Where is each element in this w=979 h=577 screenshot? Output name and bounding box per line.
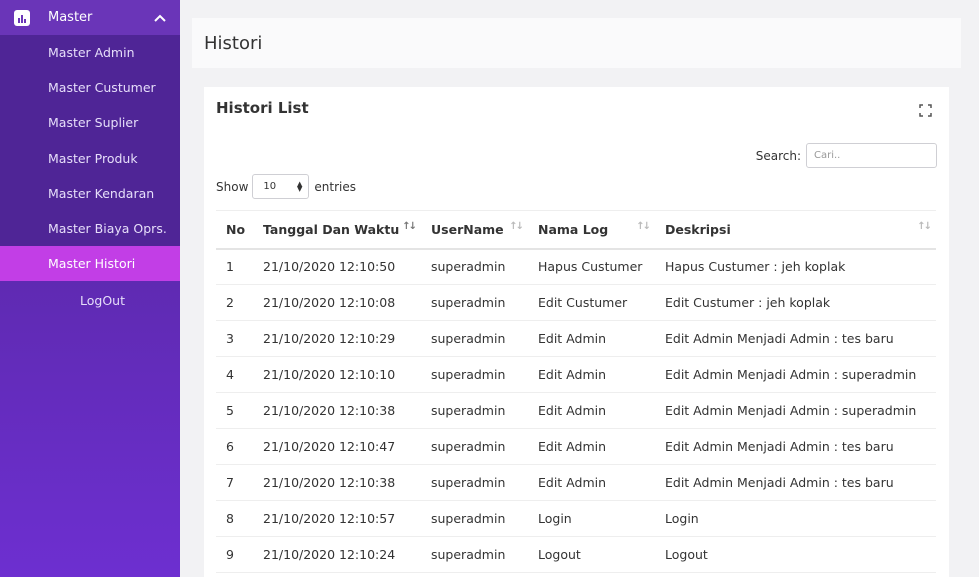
cell-username: superadmin [421, 464, 528, 501]
show-entries: Show 10 ▲ ▼ entries [216, 174, 356, 199]
col-header-deskripsi[interactable]: Deskripsi ↑↓ [655, 210, 936, 250]
cell-tanggal: 21/10/2020 12:10:29 [253, 320, 421, 357]
sidebar-submenu: Master Admin Master Custumer Master Supl… [0, 35, 180, 282]
cell-username: superadmin [421, 536, 528, 573]
histori-card: Histori List Search: Show 10 ▲▼ entries … [204, 87, 949, 577]
bar-chart-icon [14, 9, 30, 26]
cell-nama-log: Edit Admin [528, 320, 655, 357]
sidebar-item-master-custumer[interactable]: Master Custumer [0, 70, 180, 105]
table-row: 4 21/10/2020 12:10:10 superadmin Edit Ad… [216, 356, 936, 393]
cell-deskripsi: Edit Custumer : jeh koplak [655, 284, 936, 321]
cell-username: superadmin [421, 284, 528, 321]
cell-no: 2 [216, 284, 253, 321]
cell-deskripsi: Edit Admin Menjadi Admin : superadmin [655, 356, 936, 393]
entries-select[interactable]: 10 ▲ ▼ [252, 174, 310, 199]
cell-deskripsi: Hapus Custumer : jeh koplak [655, 248, 936, 285]
cell-username: superadmin [421, 500, 528, 537]
table-row: 6 21/10/2020 12:10:47 superadmin Edit Ad… [216, 428, 936, 465]
cell-tanggal: 21/10/2020 12:10:38 [253, 392, 421, 429]
table-row: 8 21/10/2020 12:10:57 superadmin Login L… [216, 500, 936, 537]
cell-no: 4 [216, 356, 253, 393]
cell-deskripsi: Edit Admin Menjadi Admin : tes baru [655, 320, 936, 357]
cell-username: superadmin [421, 248, 528, 285]
col-header-tanggal[interactable]: Tanggal Dan Waktu ↑↓ [253, 210, 421, 250]
col-header-username[interactable]: UserName ↑↓ [421, 210, 528, 250]
sidebar-item-master-admin[interactable]: Master Admin [0, 35, 180, 70]
sort-icon[interactable]: ↑↓ [917, 221, 932, 232]
sidebar-master-header[interactable]: Master [0, 0, 180, 35]
select-arrows-icon: ▲ ▼ [297, 179, 303, 193]
table-row: 7 21/10/2020 12:10:38 superadmin Edit Ad… [216, 464, 936, 501]
cell-deskripsi: Logout [655, 536, 936, 573]
sort-icon[interactable]: ↑↓ [636, 221, 651, 232]
cell-nama-log: Edit Admin [528, 392, 655, 429]
cell-tanggal: 21/10/2020 12:10:47 [253, 428, 421, 465]
histori-table: No Tanggal Dan Waktu ↑↓ UserName ↑↓ Nama L… [216, 210, 936, 573]
sort-icon[interactable]: ↑↓ [402, 221, 417, 232]
search-input[interactable] [806, 143, 937, 168]
table-row: 3 21/10/2020 12:10:29 superadmin Edit Ad… [216, 320, 936, 357]
cell-deskripsi: Login [655, 500, 936, 537]
card-title: Histori List [216, 99, 309, 117]
cell-no: 9 [216, 536, 253, 573]
cell-no: 3 [216, 320, 253, 357]
cell-tanggal: 21/10/2020 12:10:57 [253, 500, 421, 537]
table-header-row: No Tanggal Dan Waktu ↑↓ UserName ↑↓ Nama L… [216, 210, 936, 250]
cell-tanggal: 21/10/2020 12:10:08 [253, 284, 421, 321]
col-header-no[interactable]: No [216, 210, 253, 250]
cell-deskripsi: Edit Admin Menjadi Admin : tes baru [655, 464, 936, 501]
entries-label: entries [314, 179, 356, 194]
cell-nama-log: Edit Admin [528, 428, 655, 465]
cell-username: superadmin [421, 392, 528, 429]
table-row: 9 21/10/2020 12:10:24 superadmin Logout … [216, 536, 936, 573]
entries-value: 10 [263, 181, 277, 192]
table-row: 5 21/10/2020 12:10:38 superadmin Edit Ad… [216, 392, 936, 429]
sidebar: Master Master Admin Master Custumer Mast… [0, 0, 180, 577]
sidebar-item-master-biaya-oprs[interactable]: Master Biaya Oprs. [0, 211, 180, 246]
cell-nama-log: Hapus Custumer [528, 248, 655, 285]
page-title: Histori [192, 18, 961, 68]
cell-no: 6 [216, 428, 253, 465]
cell-tanggal: 21/10/2020 12:10:50 [253, 248, 421, 285]
cell-no: 7 [216, 464, 253, 501]
fullscreen-icon[interactable] [919, 102, 932, 117]
cell-tanggal: 21/10/2020 12:10:10 [253, 356, 421, 393]
sidebar-header-label: Master [48, 10, 93, 25]
cell-nama-log: Edit Admin [528, 356, 655, 393]
table-row: 2 21/10/2020 12:10:08 superadmin Edit Cu… [216, 284, 936, 321]
cell-no: 5 [216, 392, 253, 429]
cell-tanggal: 21/10/2020 12:10:38 [253, 464, 421, 501]
show-label: Show [216, 179, 249, 194]
cell-username: superadmin [421, 356, 528, 393]
col-header-nama-log[interactable]: Nama Log ↑↓ [528, 210, 655, 250]
sidebar-item-master-histori[interactable]: Master Histori [0, 246, 180, 282]
logout-link[interactable]: LogOut [0, 281, 180, 319]
cell-deskripsi: Edit Admin Menjadi Admin : superadmin [655, 392, 936, 429]
search-row: Search: [756, 143, 937, 168]
cell-nama-log: Edit Custumer [528, 284, 655, 321]
sidebar-item-master-produk[interactable]: Master Produk [0, 141, 180, 176]
search-label: Search: [755, 148, 801, 163]
sidebar-item-master-suplier[interactable]: Master Suplier [0, 105, 180, 140]
cell-tanggal: 21/10/2020 12:10:24 [253, 536, 421, 573]
cell-username: superadmin [421, 320, 528, 357]
table-row: 1 21/10/2020 12:10:50 superadmin Hapus C… [216, 248, 936, 285]
cell-nama-log: Logout [528, 536, 655, 573]
cell-username: superadmin [421, 428, 528, 465]
chevron-up-icon[interactable] [150, 14, 170, 22]
cell-nama-log: Edit Admin [528, 464, 655, 501]
cell-no: 1 [216, 248, 253, 285]
sort-icon[interactable]: ↑↓ [509, 221, 524, 232]
cell-deskripsi: Edit Admin Menjadi Admin : tes baru [655, 428, 936, 465]
sidebar-item-master-kendaran[interactable]: Master Kendaran [0, 176, 180, 211]
cell-nama-log: Login [528, 500, 655, 537]
cell-no: 8 [216, 500, 253, 537]
